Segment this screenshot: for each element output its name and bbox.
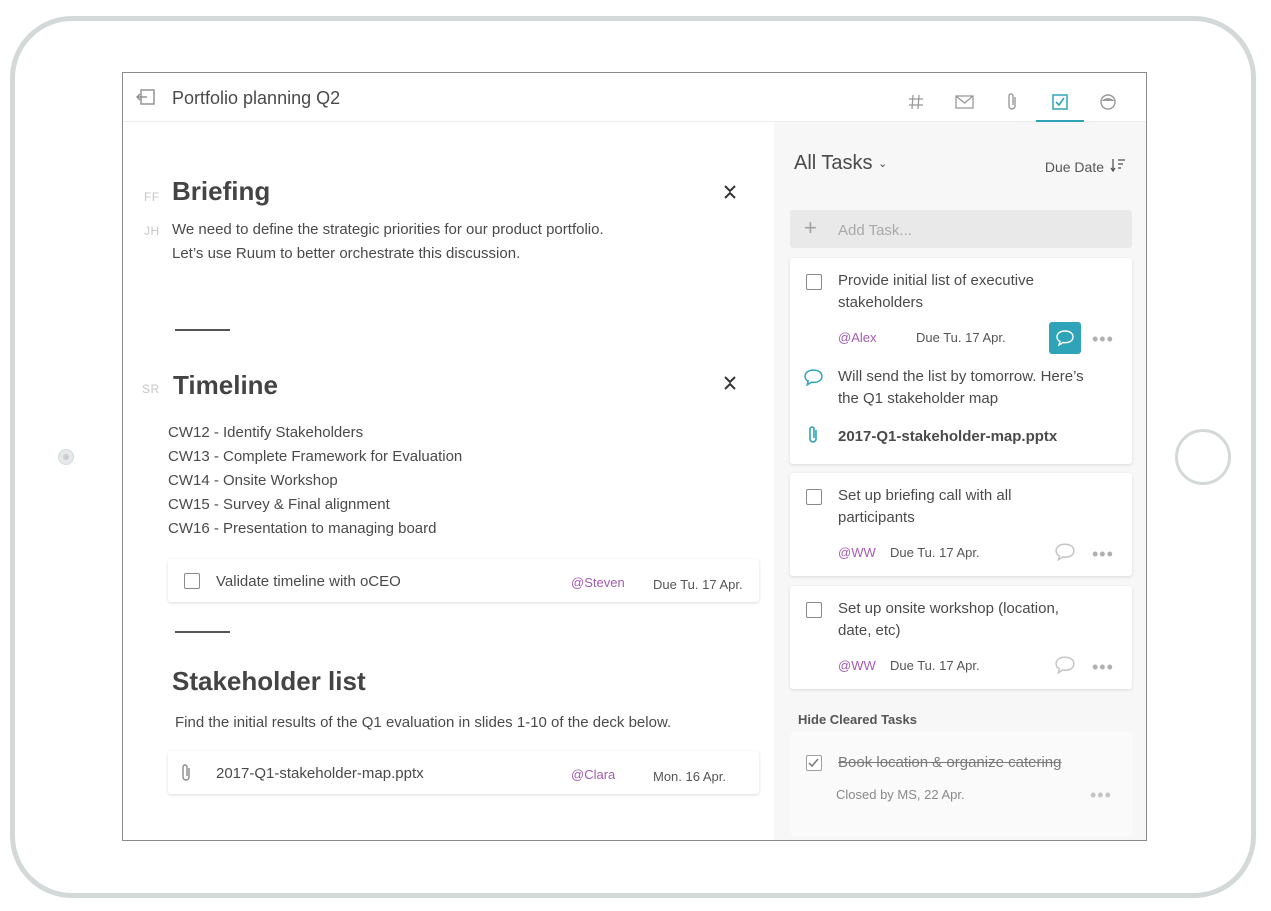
closed-by-text: Closed by MS, 22 Apr. <box>836 787 965 802</box>
add-task-placeholder: Add Task... <box>838 222 912 239</box>
task-checkbox[interactable] <box>806 489 822 505</box>
sort-label: Due Date <box>1044 158 1104 175</box>
page-title: Portfolio planning Q2 <box>172 88 341 108</box>
section-divider <box>175 329 230 331</box>
author-initials: FF <box>144 190 160 204</box>
author-initials: SR <box>142 382 160 396</box>
comment-text: the Q1 stakeholder map <box>838 390 999 407</box>
comment-button[interactable] <box>1049 322 1081 354</box>
task-card[interactable]: Set up briefing call with all participan… <box>790 473 1132 576</box>
assignee-mention[interactable]: @WW <box>838 545 876 560</box>
comment-icon <box>1056 330 1074 346</box>
cleared-task-card[interactable]: Book location & organize catering Closed… <box>790 732 1132 836</box>
chevron-down-icon: ⌄ <box>878 158 888 171</box>
due-date: Due Tu. 17 Apr. <box>916 330 1006 345</box>
back-icon[interactable] <box>136 89 156 105</box>
comment-icon[interactable] <box>1055 543 1075 566</box>
due-date: Due Tu. 17 Apr. <box>890 545 980 560</box>
cleared-task-text: Book location & organize catering <box>838 754 1062 771</box>
section-divider <box>175 631 230 633</box>
task-text: Provide initial list of executive <box>838 272 1034 289</box>
tasks-panel: All Tasks ⌄ Due Date + Add Task... Provi… <box>774 122 1146 840</box>
timeline-item: CW13 - Complete Framework for Evaluation <box>168 448 463 465</box>
home-button[interactable] <box>1175 429 1231 485</box>
task-text: stakeholders <box>838 294 924 311</box>
app-window: Portfolio planning Q2 FF JH Briefing We … <box>122 72 1147 841</box>
more-icon[interactable]: ••• <box>1092 545 1114 563</box>
collapse-icon[interactable] <box>723 374 737 392</box>
timeline-item: CW14 - Onsite Workshop <box>168 472 338 489</box>
file-card[interactable]: 2017-Q1-stakeholder-map.pptx @Clara Mon.… <box>168 751 759 794</box>
due-date: Due Tu. 17 Apr. <box>890 658 980 673</box>
task-checkbox[interactable] <box>806 274 822 290</box>
assignee-mention[interactable]: @WW <box>838 658 876 673</box>
top-bar: Portfolio planning Q2 <box>123 73 1146 122</box>
comment-icon[interactable] <box>1055 656 1075 679</box>
task-card[interactable]: Provide initial list of executive stakeh… <box>790 258 1132 464</box>
timeline-item: CW16 - Presentation to managing board <box>168 520 437 537</box>
inline-task-card[interactable]: Validate timeline with oCEO @Steven Due … <box>168 559 759 602</box>
tasks-icon[interactable] <box>1036 84 1084 122</box>
attachment-name[interactable]: 2017-Q1-stakeholder-map.pptx <box>838 426 1057 448</box>
due-date: Due Tu. 17 Apr. <box>653 577 743 592</box>
timeline-item: CW15 - Survey & Final alignment <box>168 496 390 513</box>
uploader-mention[interactable]: @Clara <box>571 767 615 782</box>
briefing-text: Let’s use Ruum to better orchestrate thi… <box>172 245 521 262</box>
task-card[interactable]: Set up onsite workshop (location, date, … <box>790 586 1132 689</box>
attachment-icon[interactable] <box>988 84 1036 120</box>
briefing-text: We need to define the strategic prioriti… <box>172 221 604 238</box>
author-initials: JH <box>144 224 160 238</box>
task-checkbox[interactable] <box>806 602 822 618</box>
file-name[interactable]: 2017-Q1-stakeholder-map.pptx <box>216 765 424 782</box>
task-text: participants <box>838 509 915 526</box>
hide-cleared-toggle[interactable]: Hide Cleared Tasks <box>798 712 917 727</box>
comment-text: Will send the list by tomorrow. Here’s <box>838 368 1084 385</box>
stakeholders-text: Find the initial results of the Q1 evalu… <box>175 714 672 731</box>
more-icon[interactable]: ••• <box>1090 786 1112 804</box>
timeline-item: CW12 - Identify Stakeholders <box>168 424 364 441</box>
all-tasks-label: All Tasks <box>794 152 873 174</box>
section-title-briefing: Briefing <box>172 176 271 206</box>
section-title-stakeholders: Stakeholder list <box>172 666 366 696</box>
document-area: FF JH Briefing We need to define the str… <box>123 122 774 840</box>
hashtag-icon[interactable] <box>892 84 940 120</box>
camera-icon <box>58 449 74 465</box>
task-text: Validate timeline with oCEO <box>216 573 401 590</box>
section-title-timeline: Timeline <box>173 370 279 400</box>
task-text: Set up onsite workshop (location, <box>838 600 1059 617</box>
plus-icon: + <box>804 215 817 240</box>
more-icon[interactable]: ••• <box>1092 658 1114 676</box>
sort-control[interactable]: Due Date <box>1045 158 1126 175</box>
assignee-mention[interactable]: @Alex <box>838 330 877 345</box>
more-icon[interactable]: ••• <box>1092 330 1114 348</box>
task-text: date, etc) <box>838 622 901 639</box>
mail-icon[interactable] <box>940 84 988 120</box>
add-task-input[interactable]: + Add Task... <box>790 210 1132 248</box>
comment-icon <box>804 369 823 391</box>
sort-icon <box>1110 158 1126 175</box>
task-checkbox[interactable] <box>184 573 200 589</box>
task-checkbox-checked[interactable] <box>806 755 822 771</box>
profile-icon[interactable] <box>1084 84 1132 120</box>
all-tasks-dropdown[interactable]: All Tasks ⌄ <box>794 152 887 175</box>
task-text: Set up briefing call with all <box>838 487 1012 504</box>
assignee-mention[interactable]: @Steven <box>571 575 625 590</box>
file-date: Mon. 16 Apr. <box>653 769 726 784</box>
attachment-icon <box>180 763 192 788</box>
attachment-icon <box>807 425 819 450</box>
collapse-icon[interactable] <box>723 183 737 201</box>
